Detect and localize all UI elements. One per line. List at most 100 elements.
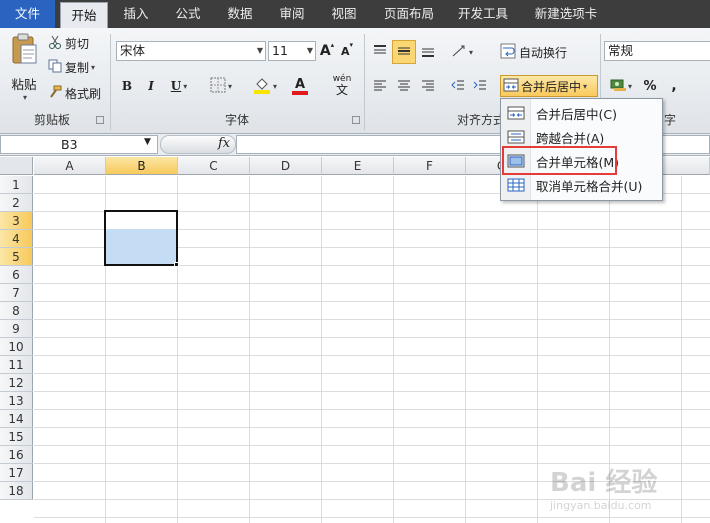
insert-function-icon[interactable]: fx [218, 134, 230, 154]
comma-button[interactable]: , [664, 76, 684, 96]
chevron-down-icon[interactable]: ▼ [144, 137, 151, 147]
increase-indent-button[interactable] [470, 76, 490, 96]
align-center-button[interactable] [394, 76, 414, 96]
font-name-combo[interactable]: 宋体 ▼ [116, 41, 266, 61]
row-header-13[interactable]: 13 [0, 392, 33, 410]
menu-item-label: 取消单元格合并(U) [536, 178, 643, 194]
chevron-down-icon: ▾ [583, 81, 588, 91]
fill-handle[interactable] [174, 262, 179, 267]
merge-center-button[interactable]: 合并后居中 ▾ [500, 75, 598, 97]
decrease-indent-button[interactable] [448, 76, 468, 96]
row-header-16[interactable]: 16 [0, 446, 33, 464]
align-right-icon [421, 78, 435, 95]
highlight-box [502, 146, 617, 175]
font-color-swatch [292, 90, 308, 95]
row-header-12[interactable]: 12 [0, 374, 33, 392]
name-box[interactable]: B3 [0, 135, 158, 154]
orientation-button[interactable]: ▾ [448, 42, 476, 62]
row-header-7[interactable]: 7 [0, 284, 33, 302]
grow-font-icon: A [319, 43, 331, 59]
font-color-icon: A [294, 76, 306, 92]
font-launcher-icon[interactable] [352, 116, 360, 124]
tab-home[interactable]: 开始 [60, 2, 108, 28]
cut-button[interactable]: 剪切 [48, 34, 98, 52]
row-header-5[interactable]: 5 [0, 248, 33, 266]
column-header-d[interactable]: D [250, 157, 322, 175]
row-header-4[interactable]: 4 [0, 230, 33, 248]
tab-developer[interactable]: 开发工具 [450, 0, 516, 28]
tab-formulas[interactable]: 公式 [168, 0, 208, 28]
chevron-down-icon: ▾ [22, 92, 27, 102]
row-header-2[interactable]: 2 [0, 194, 33, 212]
font-group-label: 字体 [224, 113, 249, 127]
format-painter-button[interactable]: 格式刷 [48, 84, 106, 102]
row-header-14[interactable]: 14 [0, 410, 33, 428]
row-header-6[interactable]: 6 [0, 266, 33, 284]
grow-font-button[interactable]: A ▴ [318, 41, 336, 61]
row-header-15[interactable]: 15 [0, 428, 33, 446]
align-middle-button[interactable] [392, 40, 416, 64]
clipboard-launcher-icon[interactable] [96, 116, 104, 124]
paste-button[interactable]: 粘贴 ▾ [4, 32, 44, 102]
chevron-down-icon: ▼ [256, 46, 263, 55]
wrap-text-button[interactable]: 自动换行 [500, 41, 580, 63]
tab-view[interactable]: 视图 [324, 0, 364, 28]
increase-indent-icon [473, 78, 487, 95]
tab-page-layout[interactable]: 页面布局 [376, 0, 442, 28]
baidu-jingyan-watermark: Bai 经验 jingyan.baidu.com [550, 462, 700, 522]
align-bottom-button[interactable] [418, 42, 438, 62]
font-color-button[interactable]: A [284, 76, 316, 96]
italic-button[interactable]: I [142, 76, 160, 96]
fill-color-button[interactable]: ▾ [248, 76, 282, 96]
borders-button[interactable]: ▾ [204, 76, 238, 96]
row-header-11[interactable]: 11 [0, 356, 33, 374]
copy-button[interactable]: 复制 ▾ [48, 58, 104, 76]
row-header-3[interactable]: 3 [0, 212, 33, 230]
chevron-down-icon: ▾ [272, 81, 277, 91]
phonetic-button[interactable]: wén 文 [326, 74, 358, 96]
align-center-icon [397, 78, 411, 95]
tab-new-tab[interactable]: 新建选项卡 [526, 0, 606, 28]
selected-range-fill [106, 229, 176, 264]
align-left-button[interactable] [370, 76, 390, 96]
row-header-1[interactable]: 1 [0, 176, 33, 194]
unmerge-cells-icon [501, 178, 531, 192]
bold-button[interactable]: B [118, 76, 136, 96]
merge-center-icon [503, 78, 519, 95]
percent-button[interactable]: % [640, 76, 660, 96]
column-header-b[interactable]: B [106, 157, 178, 175]
tab-insert[interactable]: 插入 [116, 0, 156, 28]
row-header-8[interactable]: 8 [0, 302, 33, 320]
row-header-9[interactable]: 9 [0, 320, 33, 338]
row-header-17[interactable]: 17 [0, 464, 33, 482]
align-right-button[interactable] [418, 76, 438, 96]
row-header-18[interactable]: 18 [0, 482, 33, 500]
tab-file[interactable]: 文件 [0, 0, 55, 28]
text-orientation-icon [451, 44, 467, 61]
row-header-10[interactable]: 10 [0, 338, 33, 356]
column-header-e[interactable]: E [322, 157, 394, 175]
ribbon-separator [364, 34, 365, 130]
select-all-corner[interactable] [0, 157, 33, 175]
merge-center-icon [501, 106, 531, 120]
menu-item-unmerge-cells[interactable]: 取消单元格合并(U) [501, 173, 662, 197]
font-size-combo[interactable]: 11 ▼ [268, 41, 316, 61]
copy-icon [48, 59, 62, 76]
column-header-a[interactable]: A [34, 157, 106, 175]
menu-item-merge-center[interactable]: 合并后居中(C) [501, 101, 662, 125]
underline-button[interactable]: U ▾ [164, 76, 194, 96]
number-group-label: 字 [664, 113, 677, 127]
chevron-down-icon: ▾ [468, 47, 473, 57]
watermark-brand: Bai 经验 [550, 468, 658, 498]
column-header-c[interactable]: C [178, 157, 250, 175]
tab-review[interactable]: 审阅 [272, 0, 312, 28]
shrink-font-button[interactable]: A ▾ [338, 41, 356, 61]
align-top-button[interactable] [370, 42, 390, 62]
accounting-format-button[interactable]: ▾ [606, 76, 636, 96]
column-header-f[interactable]: F [394, 157, 466, 175]
watermark-url: jingyan.baidu.com [550, 499, 652, 512]
tab-data[interactable]: 数据 [220, 0, 260, 28]
menu-item-label: 合并后居中(C) [536, 106, 617, 122]
number-format-combo[interactable]: 常规 [604, 41, 710, 61]
ribbon-separator [110, 34, 111, 130]
